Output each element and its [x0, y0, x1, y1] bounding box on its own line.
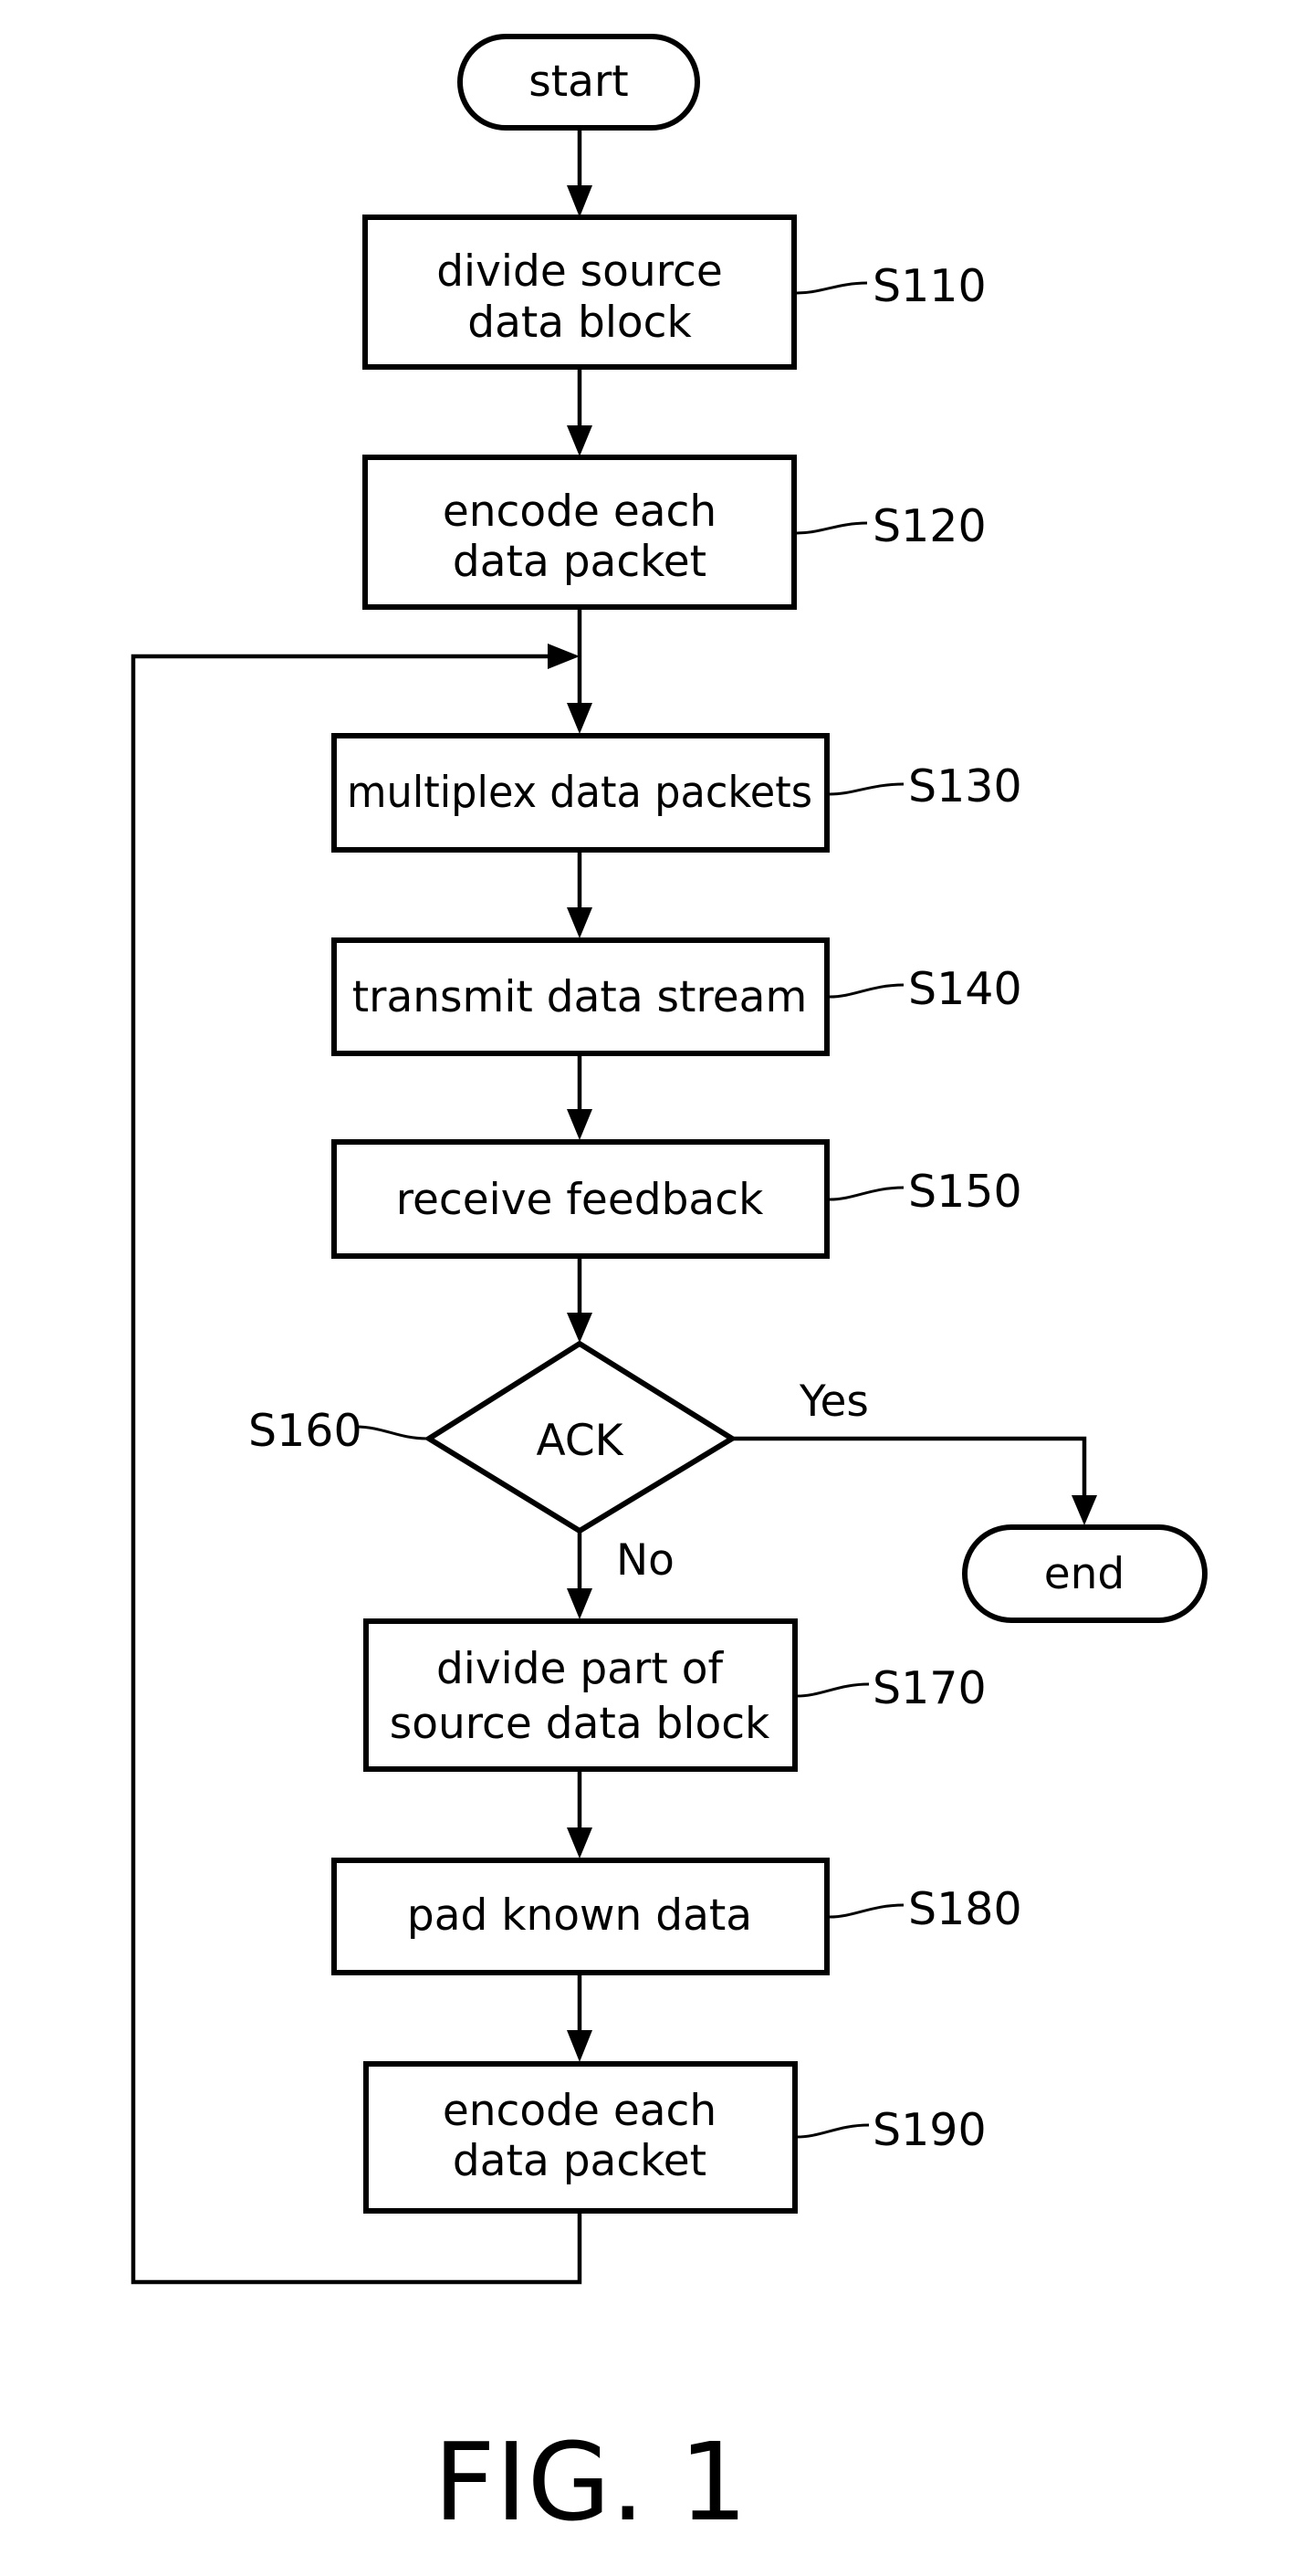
arrowhead-icon [567, 2030, 592, 2062]
step-s190-ref: S190 [873, 2104, 987, 2156]
arrowhead-icon [1072, 1495, 1097, 1525]
step-s140: transmit data stream S140 [331, 937, 1022, 1056]
step-s170-line-2: source data block [390, 1699, 770, 1749]
step-s140-line-1: transmit data stream [352, 972, 808, 1022]
arrowhead-icon [567, 185, 592, 217]
step-s110-ref: S110 [873, 260, 987, 312]
step-s190-line-1: encode each [443, 2086, 716, 2136]
edge-no-to-s170: No [567, 1531, 675, 1619]
step-s130-leader [829, 782, 905, 796]
flowchart: start divide source data block S110 enco… [131, 34, 1208, 2545]
arrowhead-icon [567, 1588, 592, 1619]
end-terminal: end [962, 1524, 1208, 1623]
start-terminal: start [457, 34, 700, 131]
step-s120-line-2: data packet [453, 537, 706, 587]
step-s150-line-1: receive feedback [396, 1175, 764, 1225]
step-s170-leader [796, 1682, 870, 1698]
step-s190-leader [796, 2123, 870, 2139]
edge-s180-to-s190 [567, 1973, 592, 2062]
arrowhead-icon [567, 703, 592, 734]
step-s130-ref: S130 [908, 760, 1022, 812]
edge-yes-to-end: Yes [732, 1377, 1097, 1525]
step-s130: multiplex data packets S130 [331, 733, 1022, 853]
edge-s120-to-s130 [567, 607, 592, 734]
step-s110-line-1: divide source [436, 246, 723, 297]
step-s180: pad known data S180 [331, 1858, 1022, 1975]
step-s110-line-2: data block [467, 298, 692, 348]
arrowhead-icon [567, 425, 592, 456]
edge-start-to-s110 [567, 128, 592, 217]
step-s170-line-1: divide part of [436, 1644, 725, 1694]
step-s120-line-1: encode each [443, 487, 716, 537]
decision-s160-ref: S160 [248, 1405, 362, 1457]
step-s110-leader [796, 281, 868, 295]
step-s120-leader [796, 521, 868, 535]
end-terminal-label: end [1044, 1549, 1125, 1599]
step-s180-ref: S180 [908, 1883, 1022, 1935]
edge-s130-to-s140 [567, 850, 592, 938]
decision-s160: ACK S160 [248, 1340, 737, 1534]
step-s120: encode each data packet S120 [362, 455, 987, 610]
step-s140-ref: S140 [908, 963, 1022, 1015]
step-s170-ref: S170 [873, 1662, 987, 1714]
step-s150-leader [829, 1186, 905, 1201]
step-s110: divide source data block S110 [362, 215, 987, 370]
edge-s150-to-s160 [567, 1257, 592, 1343]
step-s140-leader [829, 983, 905, 999]
step-s120-ref: S120 [873, 500, 987, 552]
step-s190: encode each data packet S190 [363, 2061, 987, 2214]
edge-s140-to-s150 [567, 1054, 592, 1140]
decision-s160-label: ACK [537, 1416, 624, 1466]
step-s170: divide part of source data block S170 [363, 1618, 987, 1772]
arrowhead-icon [567, 907, 592, 938]
step-s190-line-2: data packet [453, 2136, 706, 2186]
decision-s160-leader [355, 1425, 428, 1440]
step-s130-line-1: multiplex data packets [347, 768, 812, 818]
no-branch-label: No [616, 1535, 675, 1586]
figure-caption: FIG. 1 [434, 2419, 748, 2545]
arrowhead-icon [567, 1313, 592, 1343]
arrowhead-icon [567, 1109, 592, 1140]
yes-branch-label: Yes [799, 1377, 869, 1427]
step-s150: receive feedback S150 [331, 1139, 1022, 1259]
step-s180-line-1: pad known data [407, 1890, 752, 1941]
edge-s170-to-s180 [567, 1769, 592, 1859]
arrowhead-icon [548, 644, 580, 669]
step-s150-ref: S150 [908, 1166, 1022, 1218]
start-terminal-label: start [528, 57, 628, 107]
edge-s110-to-s120 [567, 367, 592, 456]
step-s180-leader [829, 1903, 905, 1919]
arrowhead-icon [567, 1827, 592, 1859]
